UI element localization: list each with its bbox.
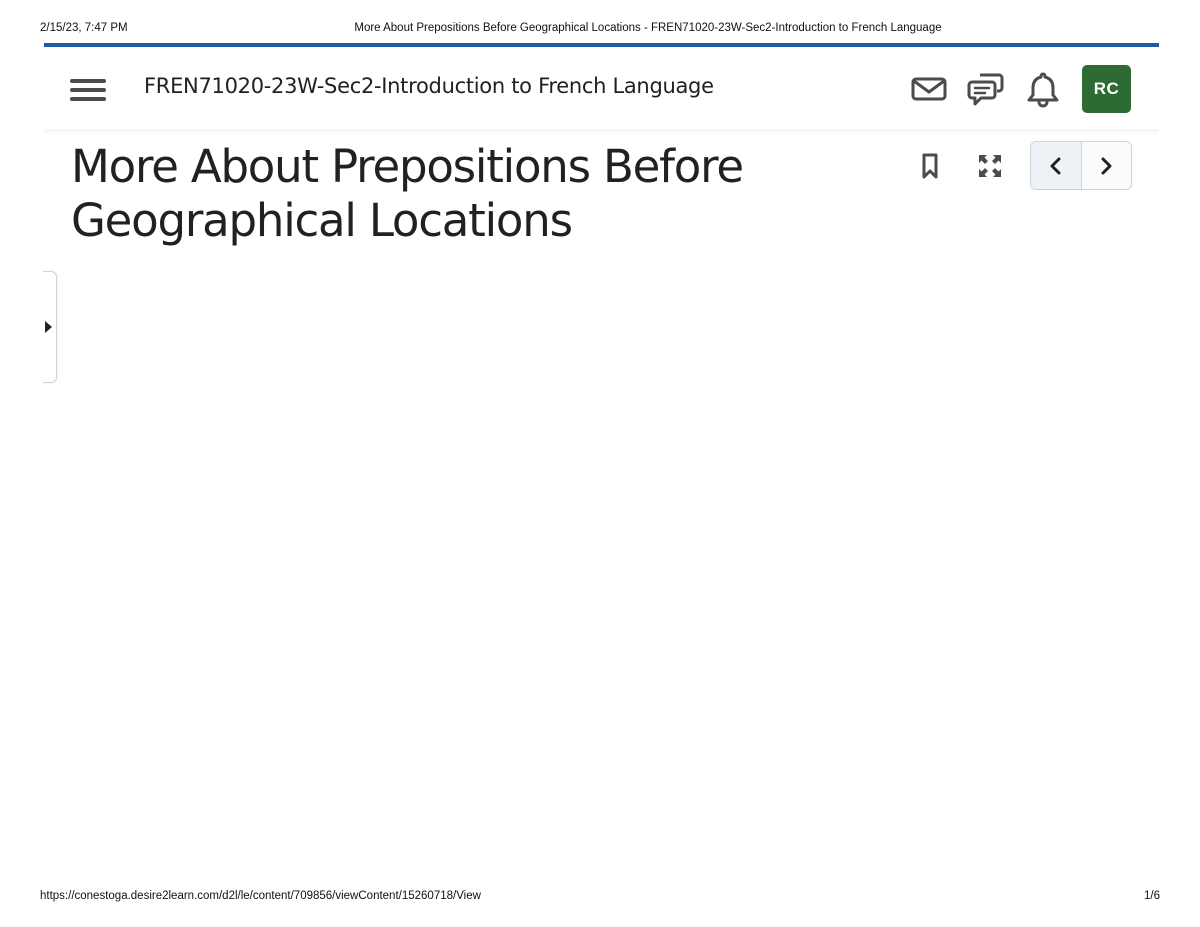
fullscreen-icon[interactable] [975,151,1005,181]
chat-icon[interactable] [966,69,1006,109]
print-header: 2/15/23, 7:47 PM More About Prepositions… [40,22,1160,38]
side-panel-toggle[interactable] [43,271,57,383]
chevron-right-icon [1101,157,1112,174]
course-title[interactable]: FREN71020-23W-Sec2-Introduction to Frenc… [144,74,714,98]
page-title: More About Prepositions Before Geographi… [71,140,831,248]
print-footer: https://conestoga.desire2learn.com/d2l/l… [40,890,1160,906]
print-document-title: More About Prepositions Before Geographi… [354,22,942,34]
next-topic-button[interactable] [1082,142,1132,189]
page-title-line2: Geographical Locations [71,194,573,247]
bell-icon[interactable] [1023,69,1063,109]
chevron-left-icon [1050,157,1061,174]
course-navbar: FREN71020-23W-Sec2-Introduction to Frenc… [44,47,1159,129]
user-avatar[interactable]: RC [1082,65,1131,113]
print-page-number: 1/6 [1144,890,1160,902]
navbar-shadow [44,129,1159,135]
bookmark-icon[interactable] [915,151,945,181]
previous-topic-button[interactable] [1031,142,1082,189]
menu-icon[interactable] [70,77,106,103]
mail-icon[interactable] [909,69,949,109]
topic-pager [1030,141,1132,190]
page-title-line1: More About Prepositions Before [71,140,744,193]
print-url: https://conestoga.desire2learn.com/d2l/l… [40,890,481,902]
caret-right-icon [45,321,52,333]
